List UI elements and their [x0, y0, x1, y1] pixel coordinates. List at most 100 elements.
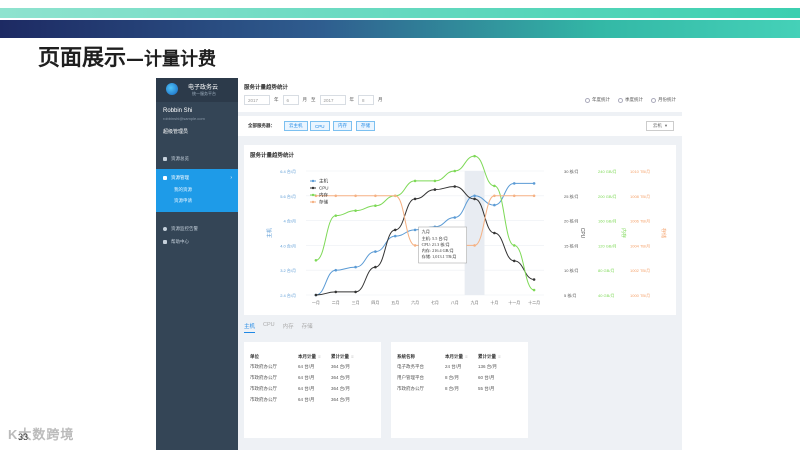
tab-storage[interactable]: 存储	[302, 322, 313, 333]
data-point	[493, 231, 496, 235]
col-month[interactable]: 本月计量 ≡	[298, 352, 331, 361]
tooltip-line: 主机: 5.5 台/月	[422, 235, 448, 242]
tab-cpu[interactable]: CPU	[263, 322, 275, 333]
app-screenshot: 电子政务云 统一服务平台 Robbin Shi robbinshi@sample…	[156, 78, 682, 450]
legend-swatch-dot	[311, 193, 315, 197]
col-unit: 单位	[250, 352, 298, 361]
data-point	[512, 182, 516, 185]
table-row: 电子政务平台 24 台/月 136 台/月	[397, 361, 505, 372]
x-tick-label: 六月	[411, 299, 419, 305]
tick-label: 1002 TB/月	[630, 268, 650, 273]
x-tick-label: 十月	[490, 299, 498, 305]
main-content: 服务计量趋势统计 2017 年 6 月 至 2017 年 8 月 年度统计 季度…	[238, 78, 682, 450]
sort-icon[interactable]: ≡	[351, 354, 354, 359]
filter-bar: 全部服务器： 云主机 CPU 内存 存储 云机 ▾	[238, 116, 682, 136]
data-point	[354, 194, 357, 198]
start-year-input[interactable]: 2017	[244, 95, 270, 105]
tick-label: 1000 TB/月	[630, 293, 650, 298]
data-point	[512, 259, 516, 263]
data-point	[374, 265, 377, 269]
start-month-input[interactable]: 6	[282, 95, 299, 105]
sidebar-item-help[interactable]: 帮助中心	[156, 235, 238, 248]
radio-yearly[interactable]: 年度统计	[585, 97, 610, 103]
sidebar-item-label: 资源监控告警	[171, 225, 198, 231]
data-point	[393, 234, 397, 238]
cell: 364 台/月	[331, 396, 351, 402]
sidebar-subitem-resource-apply[interactable]: 资源申请	[156, 195, 238, 206]
data-point	[473, 154, 476, 158]
data-point	[393, 194, 397, 198]
end-year-input[interactable]: 2017	[319, 95, 346, 105]
legend-label: 存储	[319, 199, 328, 206]
table-header-row: 单位 本月计量 ≡ 累计计量 ≡	[250, 352, 358, 361]
app-logo[interactable]: 电子政务云 统一服务平台	[156, 78, 238, 102]
server-select[interactable]: 云机 ▾	[646, 121, 674, 131]
tick-label: 3.2 台/月	[280, 267, 296, 273]
tick-label: 25 核/月	[564, 193, 579, 199]
slide-title-sub: —计量计费	[126, 49, 217, 70]
cell: 市政府办公厅	[250, 374, 277, 380]
sort-icon[interactable]: ≡	[465, 354, 468, 359]
chip-storage[interactable]: 存储	[356, 121, 375, 131]
tick-label: 1008 TB/月	[630, 194, 650, 199]
chip-host[interactable]: 云主机	[284, 121, 308, 131]
radio-label: 月份统计	[658, 97, 676, 102]
sidebar-item-label: 帮助中心	[171, 238, 189, 244]
folder-icon	[163, 175, 167, 180]
chip-memory[interactable]: 内存	[333, 121, 352, 131]
sidebar-item-monitoring[interactable]: 资源监控告警	[156, 222, 238, 235]
radio-quarterly[interactable]: 季度统计	[618, 97, 643, 103]
sort-icon[interactable]: ≡	[318, 354, 321, 359]
cell: 64 台/月	[298, 396, 315, 402]
tab-memory[interactable]: 内存	[283, 322, 294, 333]
chip-cpu[interactable]: CPU	[310, 121, 330, 131]
col-total[interactable]: 累计计量 ≡	[331, 352, 358, 361]
data-point	[453, 169, 457, 173]
system-table-card: 系统名称 本月计量 ≡ 累计计量 ≡ 电子政务平台 24 台/月 136 台/月 用户管…	[391, 342, 528, 438]
sidebar-subitem-my-resources[interactable]: 我的资源	[156, 184, 238, 195]
sidebar-item-resources[interactable]: 资源管理 ›	[156, 171, 238, 184]
tick-label: 5.6 台/月	[280, 193, 296, 199]
table-header-row: 系统名称 本月计量 ≡ 累计计量 ≡	[397, 352, 505, 361]
col-month[interactable]: 本月计量 ≡	[445, 352, 478, 361]
year-unit: 年	[274, 97, 279, 102]
cell: 8 台/月	[445, 385, 460, 391]
tooltip-line: 存储: 1,013.1 TB/月	[422, 253, 457, 260]
top-gradient-band	[0, 20, 800, 38]
cell: 8 台/月	[445, 374, 460, 380]
user-email: robbinshi@sample.com	[163, 116, 205, 121]
cell: 市政府办公厅	[250, 396, 277, 402]
x-tick-label: 十一月	[508, 299, 520, 305]
legend-label: 主机	[319, 178, 328, 185]
globe-icon	[166, 83, 178, 95]
data-point	[493, 194, 496, 198]
cell: 用户管理平台	[397, 374, 424, 380]
tick-label: 4 台/月	[284, 218, 296, 224]
table-row: 市政府办公厅 64 台/月 364 台/月	[250, 372, 358, 383]
col-label: 累计计量	[331, 353, 349, 359]
data-point	[334, 194, 338, 198]
tab-host[interactable]: 主机	[244, 322, 256, 333]
chevron-right-icon: ›	[230, 174, 232, 181]
col-system: 系统名称	[397, 352, 445, 361]
data-point	[473, 194, 476, 198]
x-tick-label: 十二月	[528, 299, 540, 305]
col-total[interactable]: 累计计量 ≡	[478, 352, 505, 361]
tick-label: 1006 TB/月	[630, 219, 650, 224]
system-table: 系统名称 本月计量 ≡ 累计计量 ≡ 电子政务平台 24 台/月 136 台/月 用户管…	[397, 352, 505, 394]
data-point	[374, 204, 377, 208]
data-point	[532, 182, 536, 185]
radio-monthly[interactable]: 月份统计	[651, 97, 676, 103]
sidebar-item-overview[interactable]: 资源总览	[156, 152, 238, 165]
tick-label: 80 GB/月	[598, 268, 614, 273]
sidebar: 电子政务云 统一服务平台 Robbin Shi robbinshi@sample…	[156, 78, 238, 450]
tick-label: 1004 TB/月	[630, 243, 650, 248]
data-point	[532, 194, 536, 198]
x-tick-label: 九月	[471, 299, 479, 305]
end-month-input[interactable]: 8	[358, 95, 374, 105]
data-point	[393, 228, 397, 232]
radio-icon	[651, 97, 656, 103]
sort-icon[interactable]: ≡	[498, 354, 501, 359]
dashboard-icon	[163, 156, 167, 161]
cell: 64 台/月	[298, 363, 315, 369]
